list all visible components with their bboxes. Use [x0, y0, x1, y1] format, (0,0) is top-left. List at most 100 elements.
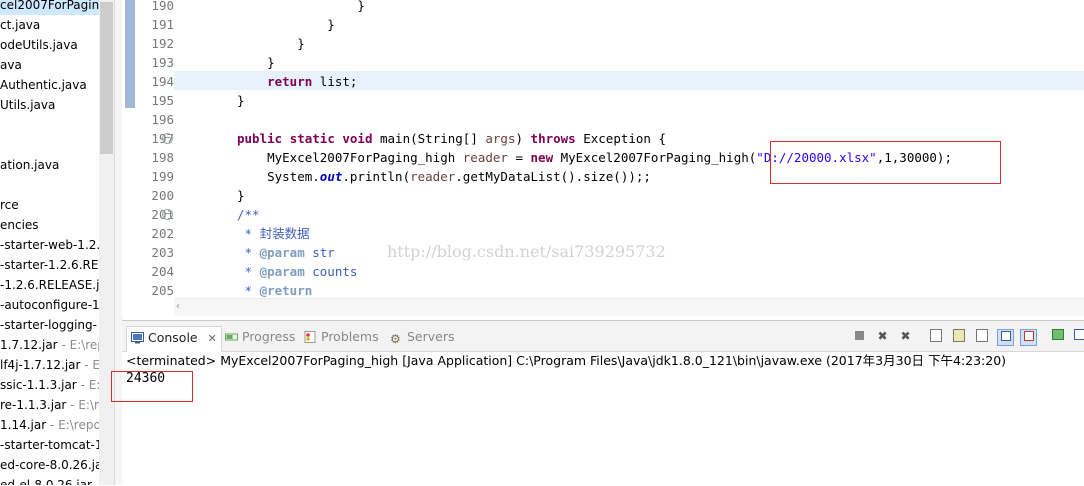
code-line: * @param str	[174, 243, 335, 262]
tab-servers-label: Servers	[407, 329, 455, 344]
code-token: args	[485, 131, 516, 146]
explorer-item[interactable]: odeUtils.java	[0, 35, 78, 55]
tab-progress-label: Progress	[242, 329, 296, 344]
explorer-item-label: Authentic.java	[0, 78, 87, 92]
explorer-item-label: ed-el-8.0.26.jar	[0, 478, 92, 485]
line-number: 204	[151, 264, 174, 279]
explorer-item[interactable]: re-1.1.3.jar - E:\re	[0, 395, 106, 415]
explorer-item-label: -starter-web-1.2.	[0, 238, 101, 252]
console-tabbar: Console ✕ Progress Problems ⚙ Servers ✖ ✖	[122, 321, 1084, 352]
code-line: return list;	[174, 72, 357, 91]
code-token: reader	[410, 169, 456, 184]
explorer-item[interactable]: -1.2.6.RELEASE.ja	[0, 275, 107, 295]
code-token: }	[237, 188, 245, 203]
code-line: }	[174, 15, 335, 34]
terminate-icon[interactable]	[852, 329, 867, 344]
open-console-icon[interactable]	[1072, 329, 1084, 344]
explorer-item[interactable]: lf4j-1.7.12.jar - E:	[0, 355, 104, 375]
code-token: }	[237, 0, 365, 13]
explorer-item-label: ct.java	[0, 18, 41, 32]
line-number: 193	[151, 55, 174, 70]
show-on-stderr-icon[interactable]	[1020, 329, 1037, 346]
code-token: *	[237, 264, 260, 279]
code-line: }	[174, 53, 275, 72]
explorer-item[interactable]: ava	[0, 55, 22, 75]
editor-horizontal-scrollbar[interactable]: ‹	[174, 298, 1084, 316]
explorer-item[interactable]: 1.14.jar - E:\repos	[0, 415, 107, 435]
highlight-box-args	[770, 141, 1001, 184]
console-status-line: <terminated> MyExcel2007ForPaging_high […	[126, 353, 1007, 368]
line-number: 200	[151, 188, 174, 203]
code-line: * @param counts	[174, 262, 358, 281]
explorer-item-label: Utils.java	[0, 98, 56, 112]
line-number: 199	[151, 169, 174, 184]
code-token: }	[237, 93, 245, 108]
remove-launch-icon[interactable]: ✖	[875, 329, 890, 344]
clear-console-icon[interactable]	[928, 329, 943, 344]
line-number: 202	[151, 226, 174, 241]
explorer-item-label: rce	[0, 198, 19, 212]
explorer-item-path: - E:\repos	[46, 418, 108, 432]
scroll-lock-icon[interactable]	[951, 329, 966, 344]
tab-progress[interactable]: Progress	[225, 327, 295, 347]
code-token: System.	[237, 169, 320, 184]
explorer-item[interactable]: -starter-logging-	[0, 315, 97, 335]
word-wrap-icon[interactable]	[974, 329, 989, 344]
code-line: }	[174, 91, 245, 110]
explorer-item[interactable]: ed-el-8.0.26.jar	[0, 475, 92, 485]
explorer-scrollbar-thumb[interactable]	[100, 2, 113, 154]
explorer-item[interactable]: ed-core-8.0.26.ja	[0, 455, 102, 475]
explorer-item-label: cel2007ForPaging	[0, 0, 107, 12]
show-on-stdout-icon[interactable]	[997, 329, 1014, 346]
explorer-item-label: encies	[0, 218, 39, 232]
explorer-item[interactable]: -starter-web-1.2.	[0, 235, 100, 255]
explorer-item[interactable]: -starter-1.2.6.REL	[0, 255, 105, 275]
explorer-item-label: -starter-tomcat-1	[0, 438, 103, 452]
code-token: }	[237, 55, 275, 70]
code-token: return	[267, 74, 313, 89]
tab-servers[interactable]: ⚙ Servers	[390, 327, 455, 347]
explorer-item-label: ation.java	[0, 158, 60, 172]
explorer-item[interactable]: cel2007ForPaging	[0, 0, 107, 15]
code-token: reader	[462, 150, 508, 165]
explorer-item-label: -starter-logging-	[0, 318, 97, 332]
code-token: static	[289, 131, 335, 146]
code-token: main(String[]	[372, 131, 486, 146]
explorer-item-label: ava	[0, 58, 22, 72]
fold-toggle-icon[interactable]: −	[162, 209, 173, 220]
code-token: @return	[259, 283, 313, 298]
close-icon[interactable]: ✕	[208, 332, 217, 345]
explorer-item[interactable]: rce	[0, 195, 19, 215]
explorer-item-label: lf4j-1.7.12.jar	[0, 358, 81, 372]
servers-icon: ⚙	[390, 332, 401, 346]
scroll-left-icon[interactable]: ‹	[176, 301, 180, 312]
code-token: *	[237, 245, 260, 260]
code-token: .getMyDataList().size());;	[455, 169, 651, 184]
explorer-item-label: re-1.1.3.jar	[0, 398, 67, 412]
explorer-item[interactable]: ssic-1.1.3.jar - E:\	[0, 375, 104, 395]
explorer-item[interactable]: ation.java	[0, 155, 59, 175]
code-token: .println(	[342, 169, 411, 184]
explorer-item[interactable]: -starter-tomcat-1	[0, 435, 103, 455]
code-line: public static void main(String[] args) t…	[174, 129, 666, 148]
explorer-item[interactable]: ct.java	[0, 15, 40, 35]
line-number: 205	[151, 283, 174, 298]
explorer-item[interactable]: encies	[0, 215, 39, 235]
remove-all-terminated-icon[interactable]: ✖	[898, 329, 913, 344]
fold-toggle-icon[interactable]: −	[162, 133, 173, 144]
explorer-item-label: 1.14.jar	[0, 418, 47, 432]
explorer-item[interactable]: 1.7.12.jar - E:\repo	[0, 335, 112, 355]
code-token: throws	[530, 131, 576, 146]
explorer-item-label: ed-core-8.0.26.ja	[0, 458, 103, 472]
explorer-item[interactable]: -autoconfigure-1	[0, 295, 100, 315]
explorer-item[interactable]: Authentic.java	[0, 75, 87, 95]
explorer-item-label: odeUtils.java	[0, 38, 78, 52]
console-view: Console ✕ Progress Problems ⚙ Servers ✖ ✖	[122, 320, 1084, 486]
pin-console-icon[interactable]	[1050, 329, 1065, 344]
code-token: Exception {	[575, 131, 667, 146]
problems-icon	[304, 331, 316, 343]
code-line: /**	[174, 205, 260, 224]
explorer-item[interactable]: Utils.java	[0, 95, 55, 115]
tab-console[interactable]: Console ✕	[126, 326, 222, 352]
tab-problems[interactable]: Problems	[304, 327, 379, 347]
